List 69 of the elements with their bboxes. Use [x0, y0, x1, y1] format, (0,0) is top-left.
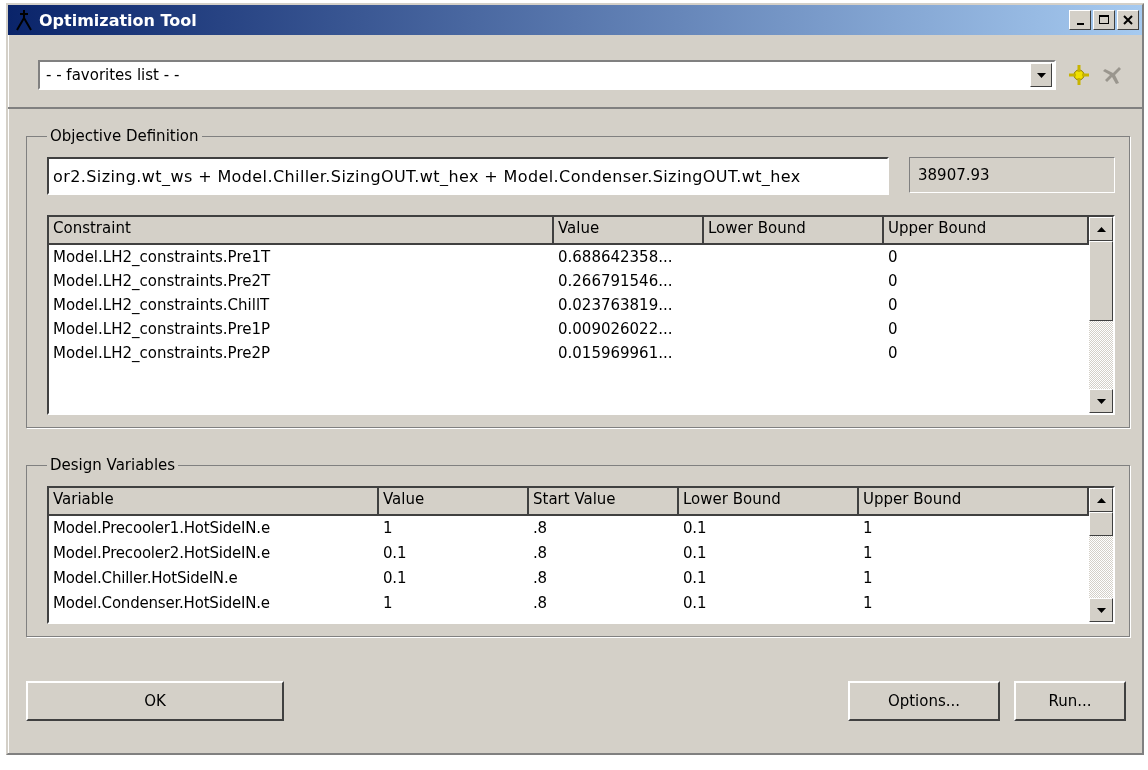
table-cell: .8 [533, 569, 547, 587]
table-cell: 0.688642358... [558, 248, 673, 266]
expression-field[interactable]: or2.Sizing.wt_ws + Model.Chiller.SizingOUT.wt_hex + Model.Condenser.SizingOUT.wt_hex [47, 157, 889, 195]
table-cell: .8 [533, 544, 547, 562]
scrollbar[interactable] [1089, 488, 1113, 622]
table-cell: 0.1 [683, 544, 707, 562]
column-header[interactable]: Lower Bound [704, 217, 884, 243]
table-cell: 0 [888, 344, 898, 362]
column-header[interactable]: Value [379, 488, 529, 514]
table-cell: 0 [888, 248, 898, 266]
table-cell: 0 [888, 296, 898, 314]
minimize-icon [1076, 23, 1084, 25]
close-button[interactable] [1117, 10, 1139, 30]
table-cell: 0 [888, 320, 898, 338]
column-header[interactable]: Variable [49, 488, 379, 514]
result-field: 38907.93 [909, 157, 1115, 193]
minimize-button[interactable] [1069, 10, 1091, 30]
table-cell: 0.015969961... [558, 344, 673, 362]
group-title: Objective Definition [49, 127, 200, 145]
table-cell: Model.Chiller.HotSideIN.e [53, 569, 238, 587]
table-cell: 1 [383, 594, 393, 612]
down-arrow-icon [1096, 398, 1106, 404]
column-header[interactable]: Constraint [49, 217, 554, 243]
up-arrow-icon [1096, 226, 1106, 232]
table-cell: 0.1 [383, 569, 407, 587]
favorites-dropdown[interactable]: - - favorites list - - [38, 60, 1056, 90]
group-title: Design Variables [49, 456, 177, 474]
table-cell: Model.LH2_constraints.Pre2P [53, 344, 271, 362]
column-header[interactable]: Value [554, 217, 704, 243]
table-cell: 0.1 [683, 519, 707, 537]
table-cell: 0.266791546... [558, 272, 673, 290]
table-cell: 1 [863, 544, 873, 562]
options-button[interactable]: Options... [848, 681, 1000, 721]
table-cell: 0 [888, 272, 898, 290]
table-cell: Model.LH2_constraints.Pre2T [53, 272, 271, 290]
close-icon [1122, 14, 1134, 26]
scrollbar-thumb[interactable] [1089, 241, 1113, 321]
window-title: Optimization Tool [39, 10, 198, 30]
table-cell: Model.LH2_constraints.Pre1T [53, 248, 271, 266]
table-cell: Model.Condenser.HotSideIN.e [53, 594, 270, 612]
ok-button[interactable]: OK [26, 681, 284, 721]
table-cell: 1 [863, 569, 873, 587]
column-header[interactable]: Lower Bound [679, 488, 859, 514]
table-cell: 0.009026022... [558, 320, 673, 338]
table-cell: Model.Precooler2.HotSideIN.e [53, 544, 270, 562]
table-cell: 0.1 [683, 594, 707, 612]
table-cell: 1 [863, 594, 873, 612]
scrollbar[interactable] [1089, 217, 1113, 413]
down-arrow-icon [1096, 607, 1106, 613]
table-cell: Model.LH2_constraints.Pre1P [53, 320, 271, 338]
table-cell: Model.Precooler1.HotSideIN.e [53, 519, 270, 537]
table-cell: .8 [533, 519, 547, 537]
table-cell: Model.LH2_constraints.ChillT [53, 296, 270, 314]
maximize-icon [1098, 14, 1110, 26]
scrollbar-thumb[interactable] [1089, 512, 1113, 536]
table-cell: 0.023763819... [558, 296, 673, 314]
up-arrow-icon [1096, 497, 1106, 503]
table-cell: .8 [533, 594, 547, 612]
column-header[interactable]: Upper Bound [859, 488, 1089, 514]
dropdown-arrow-icon [1036, 72, 1046, 78]
table-cell: 0.1 [683, 569, 707, 587]
column-header[interactable]: Start Value [529, 488, 679, 514]
table-cell: 1 [863, 519, 873, 537]
maximize-button[interactable] [1093, 10, 1115, 30]
table-cell: 0.1 [383, 544, 407, 562]
table-cell: 1 [383, 519, 393, 537]
app-icon [15, 9, 33, 31]
column-header[interactable]: Upper Bound [884, 217, 1089, 243]
run-button[interactable]: Run... [1014, 681, 1126, 721]
